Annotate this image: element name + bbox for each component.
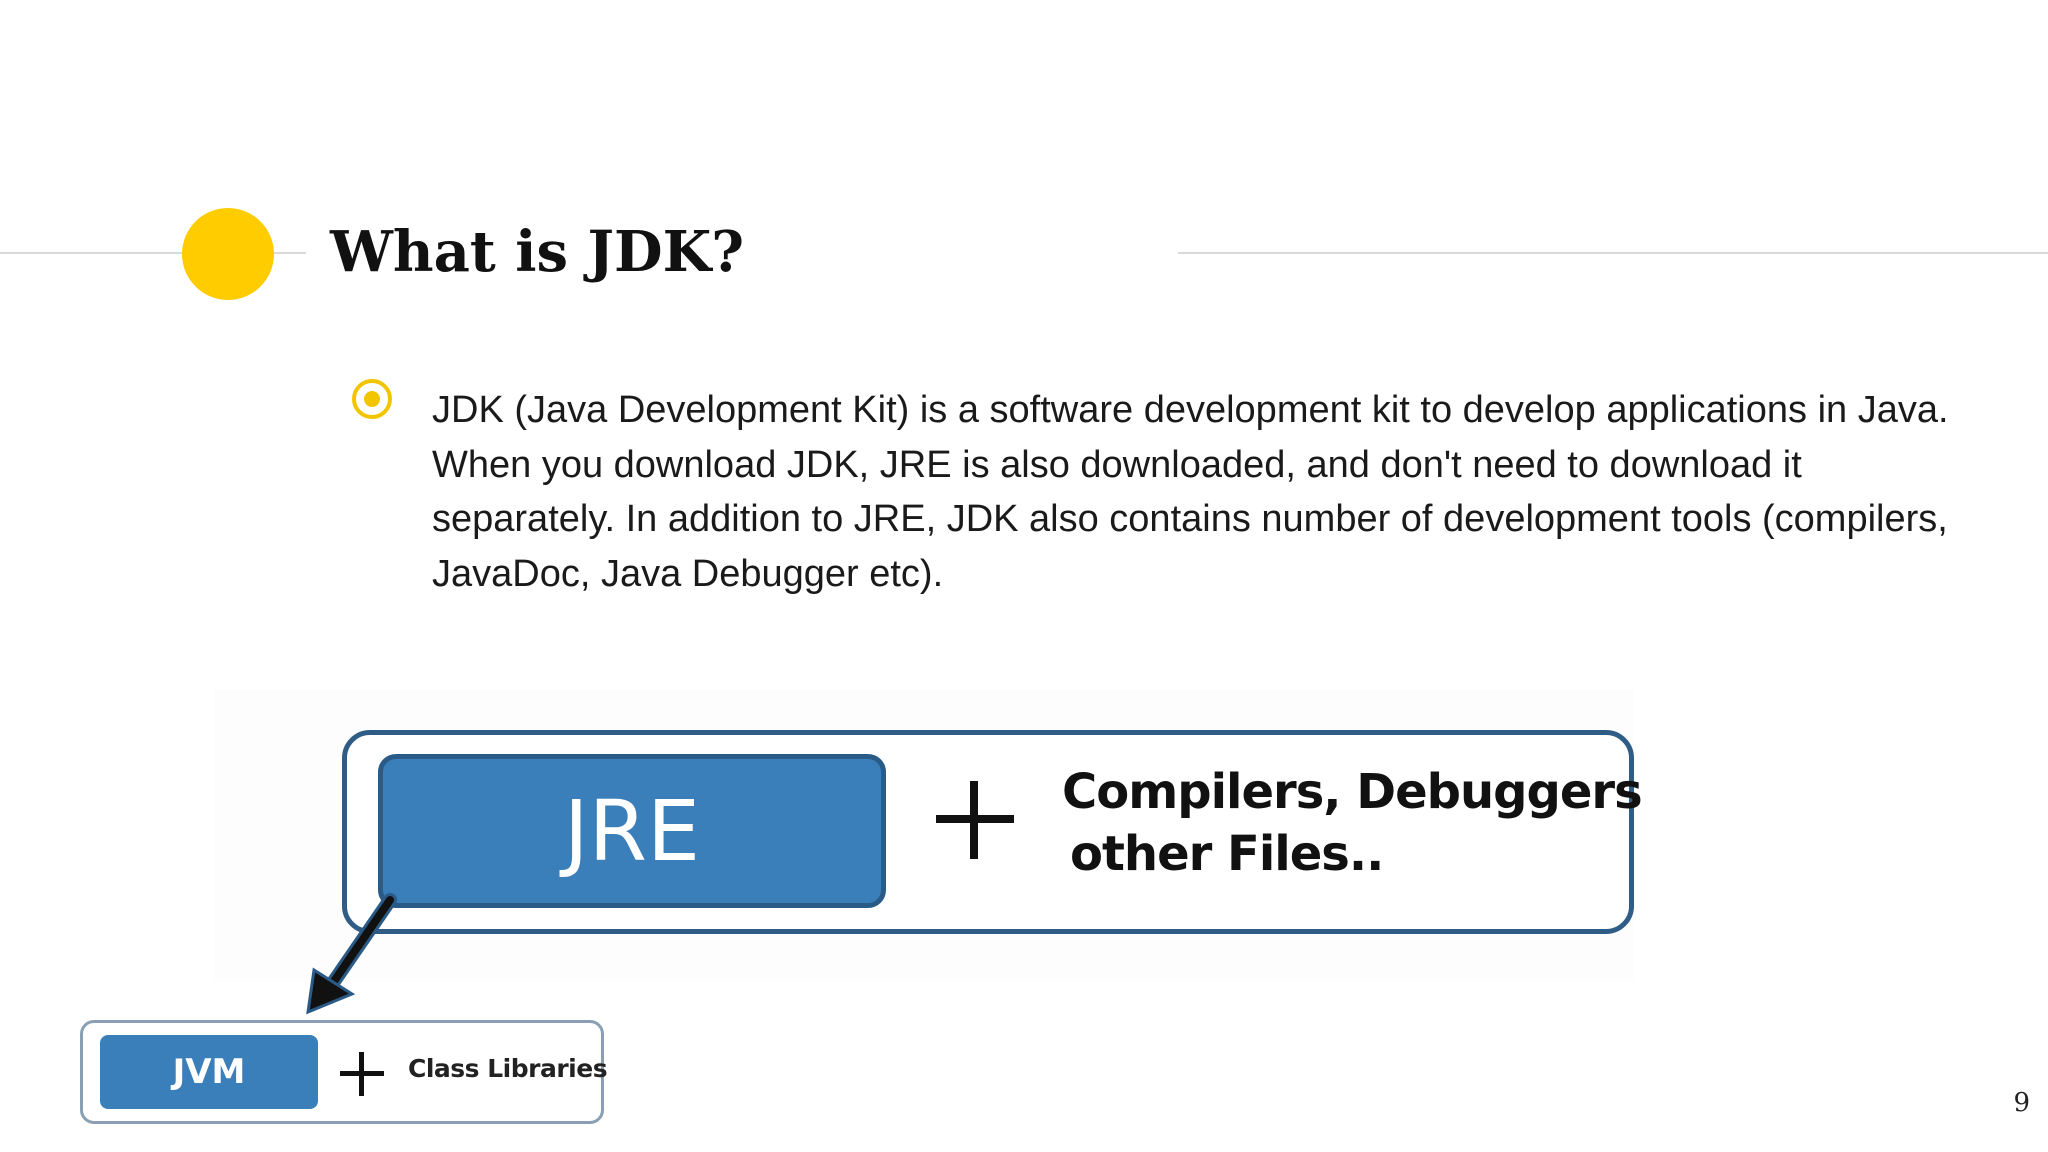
slide-title: What is JDK? xyxy=(330,219,745,285)
jvm-box: JVM xyxy=(100,1035,318,1109)
compilers-debuggers-label: Compilers, Debuggers xyxy=(1062,764,1643,820)
title-rule-right xyxy=(1178,252,2048,254)
title-circle-icon xyxy=(182,208,274,300)
class-libraries-label: Class Libraries xyxy=(408,1054,608,1083)
bullet-ring-icon xyxy=(352,379,392,419)
plus-small-icon xyxy=(338,1050,386,1098)
page-number: 9 xyxy=(2013,1088,2030,1118)
other-files-label: other Files.. xyxy=(1070,826,1384,882)
jre-box: JRE xyxy=(378,754,886,908)
plus-icon xyxy=(930,775,1020,865)
bullet-text: JDK (Java Development Kit) is a software… xyxy=(432,389,1949,595)
arrow-down-left-icon xyxy=(306,893,397,1015)
bullet-dot-icon xyxy=(364,391,380,407)
